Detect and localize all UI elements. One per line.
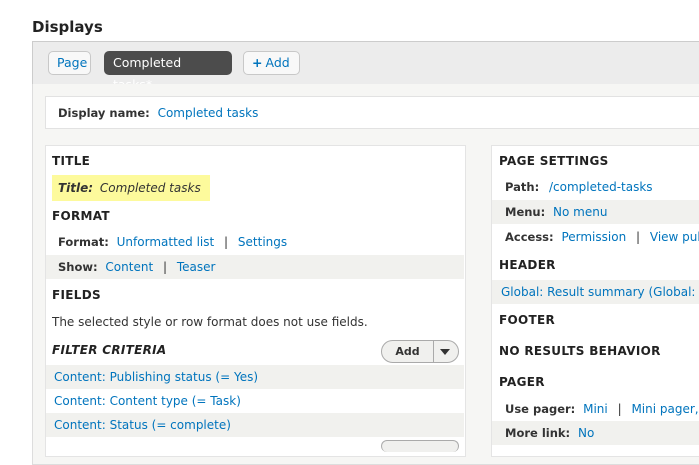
filter-item[interactable]: Content: Publishing status (= Yes) xyxy=(46,365,464,389)
display-name-label: Display name: xyxy=(58,106,150,120)
format-settings-link[interactable]: Settings xyxy=(238,235,287,249)
pager-link[interactable]: Mini xyxy=(583,402,608,416)
path-row: Path: /completed-tasks xyxy=(492,175,699,199)
separator: | xyxy=(636,230,641,244)
title-value: Completed tasks xyxy=(99,181,201,195)
show-content-link[interactable]: Content xyxy=(105,260,153,274)
title-label: Title: xyxy=(58,181,94,195)
pager-row: Use pager: Mini | Mini pager, 1 xyxy=(492,397,699,421)
separator: | xyxy=(224,235,229,249)
more-link-value[interactable]: No xyxy=(578,426,594,440)
menu-label: Menu: xyxy=(505,205,546,219)
filter-link[interactable]: Content: Content type (= Task) xyxy=(54,394,241,408)
add-display-label: Add xyxy=(265,55,290,70)
filter-item[interactable]: Content: Status (= complete) xyxy=(46,413,464,437)
next-section-dropbutton[interactable] xyxy=(381,440,459,452)
chevron-down-icon[interactable] xyxy=(440,349,450,355)
fields-note: The selected style or row format does no… xyxy=(52,315,368,329)
tab-page-label: Page xyxy=(57,55,88,70)
fields-section-heading: FIELDS xyxy=(52,288,101,302)
pager-label: Use pager: xyxy=(505,402,576,416)
page-settings-heading: PAGE SETTINGS xyxy=(499,154,609,168)
more-link-row: More link: No xyxy=(492,421,699,445)
path-link[interactable]: /completed-tasks xyxy=(549,180,653,194)
format-label: Format: xyxy=(58,235,109,249)
display-name-row: Display name: Completed tasks xyxy=(45,96,699,129)
pager-section-heading: PAGER xyxy=(499,375,545,389)
filter-add-button[interactable]: Add xyxy=(382,341,434,362)
access-settings-link[interactable]: View pub xyxy=(650,230,699,244)
separator: | xyxy=(617,402,622,416)
header-item[interactable]: Global: Result summary (Global: R xyxy=(492,280,699,304)
header-item-link[interactable]: Global: Result summary (Global: R xyxy=(501,285,699,299)
tab-completed-tasks[interactable]: Completed tasks* xyxy=(104,51,232,92)
menu-link[interactable]: No menu xyxy=(553,205,607,219)
format-row: Format: Unformatted list | Settings xyxy=(46,230,464,254)
no-results-heading: NO RESULTS BEHAVIOR xyxy=(499,344,661,358)
filter-add-dropbutton[interactable]: Add xyxy=(381,340,459,363)
access-row: Access: Permission | View pub xyxy=(492,225,699,249)
filter-item[interactable]: Content: Content type (= Task) xyxy=(46,389,464,413)
footer-section-heading: FOOTER xyxy=(499,313,556,327)
tab-page[interactable]: Page xyxy=(48,51,91,75)
plus-icon: + xyxy=(252,55,263,70)
path-label: Path: xyxy=(505,180,540,194)
filter-link[interactable]: Content: Publishing status (= Yes) xyxy=(54,370,258,384)
show-row: Show: Content | Teaser xyxy=(46,255,464,279)
format-section-heading: FORMAT xyxy=(52,209,110,223)
access-label: Access: xyxy=(505,230,554,244)
display-tabs-bar: Page Completed tasks* +Add xyxy=(32,41,699,92)
add-display-button[interactable]: + Add xyxy=(243,51,300,75)
separator: | xyxy=(162,260,168,274)
header-section-heading: HEADER xyxy=(499,258,556,272)
more-link-label: More link: xyxy=(505,426,571,440)
format-link[interactable]: Unformatted list xyxy=(117,235,215,249)
access-link[interactable]: Permission xyxy=(561,230,626,244)
filter-criteria-heading: FILTER CRITERIA xyxy=(52,343,167,357)
title-section-heading: TITLE xyxy=(52,154,91,168)
display-name-link[interactable]: Completed tasks xyxy=(158,106,259,120)
pager-settings-link[interactable]: Mini pager, 1 xyxy=(631,402,699,416)
show-teaser-link[interactable]: Teaser xyxy=(177,260,216,274)
menu-row: Menu: No menu xyxy=(492,200,699,224)
filter-link[interactable]: Content: Status (= complete) xyxy=(54,418,231,432)
show-label: Show: xyxy=(58,260,98,274)
page-title: Displays xyxy=(32,18,103,36)
title-setting[interactable]: Title: Completed tasks xyxy=(52,175,210,201)
